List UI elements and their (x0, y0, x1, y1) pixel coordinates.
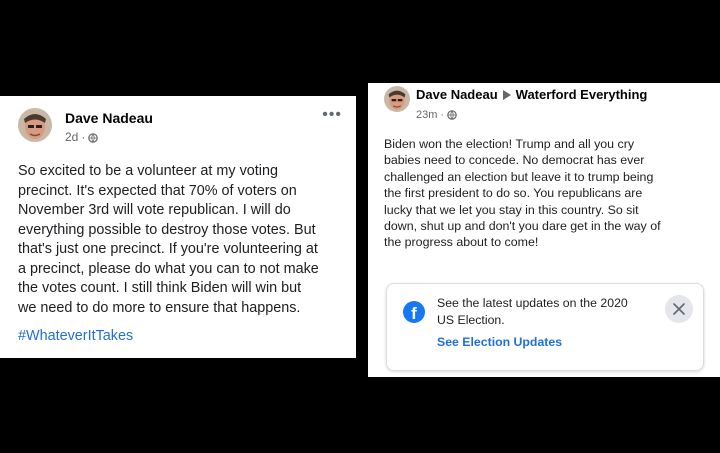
left-post: Dave Nadeau 2d · ••• So excited to be a … (0, 96, 356, 358)
see-election-updates-link[interactable]: See Election Updates (437, 335, 562, 349)
post-body-line: that's just one precinct. If you're volu… (18, 241, 318, 257)
globe-icon (447, 110, 457, 120)
post-header: Dave Nadeau Waterford Everything (416, 87, 647, 102)
hashtag-link[interactable]: #WhateverItTakes (18, 328, 133, 344)
post-body: Biden won the election! Trump and all yo… (384, 136, 716, 251)
post-meta: 23m · (416, 109, 457, 121)
post-body: So excited to be a volunteer at my votin… (18, 162, 354, 318)
author-name[interactable]: Dave Nadeau (65, 110, 153, 126)
group-name[interactable]: Waterford Everything (516, 87, 648, 102)
separator-dot: · (81, 130, 86, 144)
post-time[interactable]: 23m (416, 109, 437, 121)
post-body-line: everything possible to destroy those vot… (18, 221, 316, 238)
post-body-line: lucky that we let you stay in this count… (384, 202, 639, 217)
profile-avatar[interactable] (384, 86, 410, 112)
post-body-line: So excited to be a volunteer at my votin… (18, 163, 278, 179)
separator-dot: · (440, 109, 445, 121)
election-info-card: f See the latest updates on the 2020 US … (386, 283, 704, 371)
post-body-line: down, shut up and don't you dare get in … (384, 219, 661, 234)
post-body-line: a precinct, please do what you can to no… (18, 260, 319, 277)
facebook-icon: f (403, 301, 425, 323)
arrow-right-icon (502, 89, 511, 100)
globe-icon (88, 132, 99, 143)
election-card-text: See the latest updates on the 2020 US El… (437, 295, 657, 329)
post-body-line: the votes count. I still think Biden wil… (18, 280, 302, 296)
profile-avatar[interactable] (18, 108, 52, 142)
author-name[interactable]: Dave Nadeau (416, 87, 498, 102)
close-icon (673, 303, 685, 315)
post-body-line: the first president to do so. You republ… (384, 186, 643, 201)
right-post: Dave Nadeau Waterford Everything 23m · B… (368, 83, 720, 377)
post-meta: 2d · (65, 130, 99, 144)
post-body-line: challenged an election but leave it to t… (384, 169, 654, 184)
post-body-line: babies need to concede. No democrat has … (384, 153, 645, 168)
election-card-line: See the latest updates on the 2020 (437, 296, 628, 310)
post-body-line: Biden won the election! Trump and all yo… (384, 137, 635, 151)
election-card-line: US Election. (437, 313, 505, 327)
post-body-line: we need to do more to ensure that happen… (18, 299, 301, 316)
post-body-line: precinct. It's expected that 70% of vote… (18, 182, 297, 199)
post-body-line: November 3rd will vote republican. I wil… (18, 202, 291, 218)
close-button[interactable] (665, 295, 693, 323)
post-time[interactable]: 2d (65, 130, 78, 144)
post-body-line: the progress about to come! (384, 235, 539, 250)
more-options-button[interactable]: ••• (322, 106, 342, 124)
